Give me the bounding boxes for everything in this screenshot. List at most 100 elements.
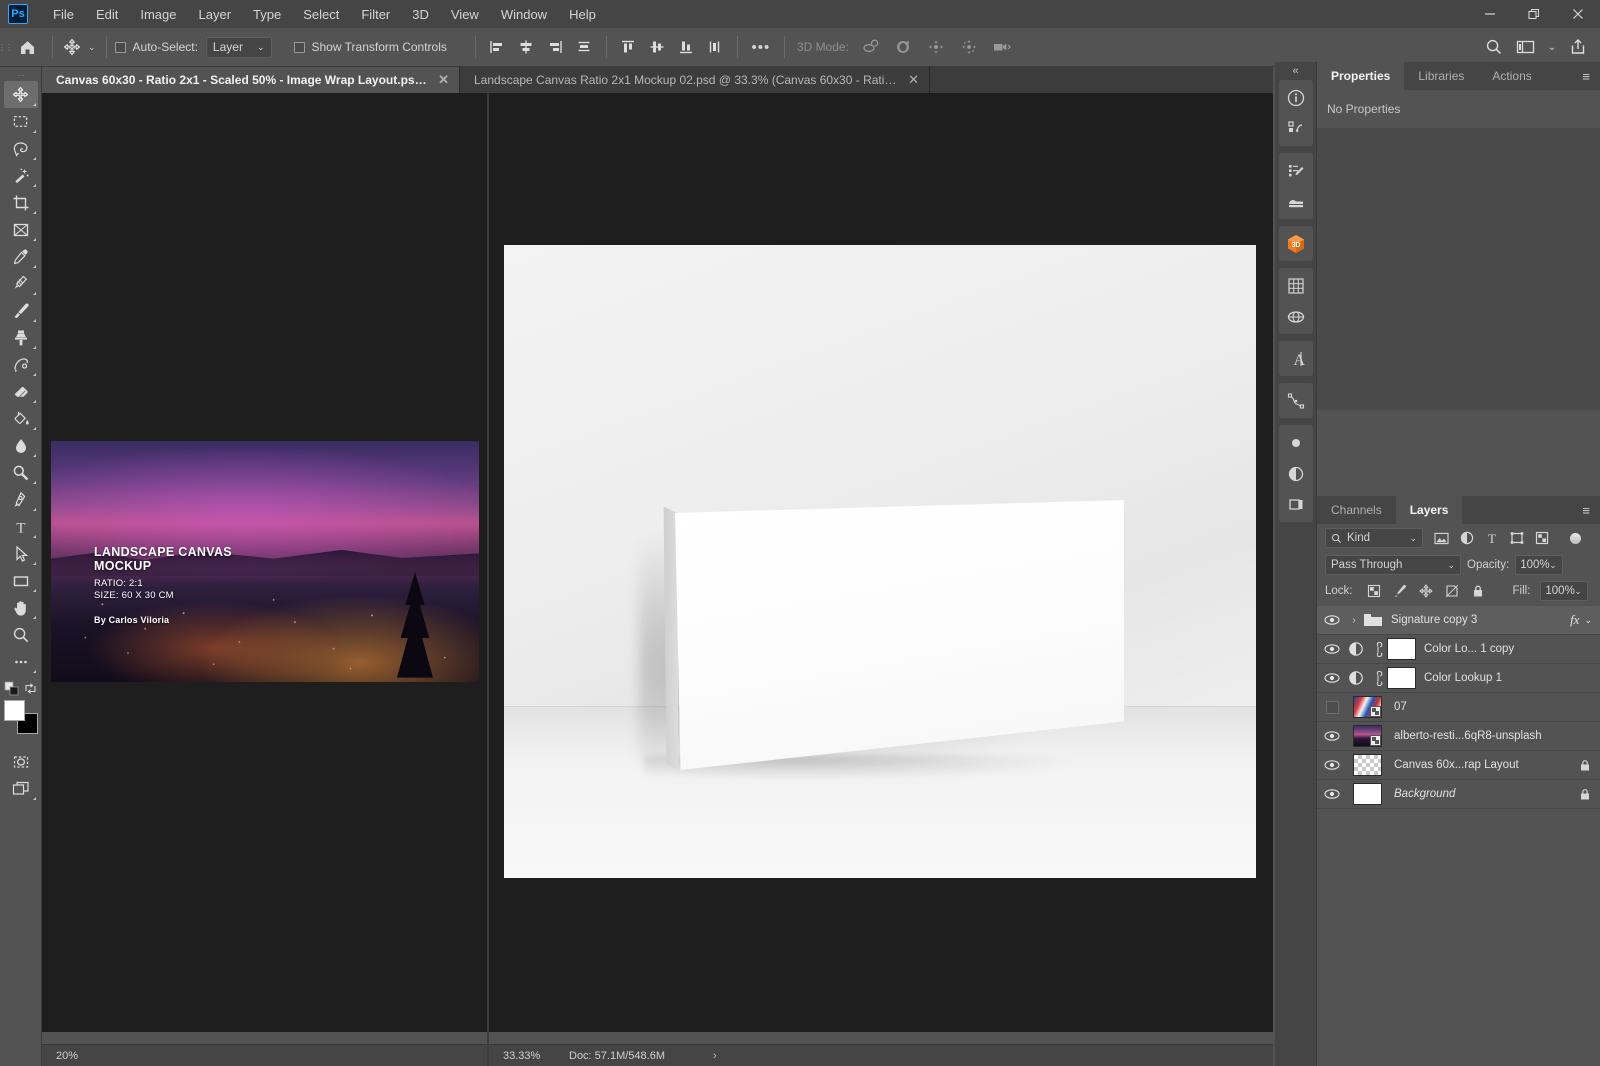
layer-mask-thumbnail[interactable] bbox=[1387, 638, 1416, 660]
clone-stamp-tool[interactable] bbox=[4, 324, 38, 351]
move-tool-preset[interactable]: ⌄ bbox=[61, 38, 98, 56]
menu-item-view[interactable]: View bbox=[440, 3, 490, 26]
shape-filter-icon[interactable] bbox=[1510, 531, 1524, 545]
filter-kind-dropdown[interactable]: Kind ⌄ bbox=[1325, 528, 1423, 548]
layer-visibility-toggle[interactable] bbox=[1317, 664, 1347, 693]
layer-visibility-toggle[interactable] bbox=[1317, 606, 1347, 635]
minimize-button[interactable] bbox=[1468, 0, 1512, 28]
default-colors-icon[interactable] bbox=[4, 681, 19, 696]
crop-tool[interactable] bbox=[4, 189, 38, 216]
tool-preset-caret-icon[interactable]: ⌄ bbox=[88, 42, 96, 53]
group-expand-arrow-icon[interactable]: › bbox=[1347, 615, 1361, 626]
table-row[interactable]: 07 bbox=[1317, 693, 1600, 722]
type-tool[interactable]: T bbox=[4, 513, 38, 540]
layer-visibility-toggle[interactable] bbox=[1317, 635, 1347, 664]
3d-slide-icon[interactable] bbox=[956, 34, 983, 60]
table-row[interactable]: Color Lookup 1 bbox=[1317, 664, 1600, 693]
hand-tool[interactable] bbox=[4, 594, 38, 621]
layer-visibility-toggle[interactable] bbox=[1317, 722, 1347, 751]
path-selection-tool[interactable] bbox=[4, 540, 38, 567]
document-canvas-left[interactable]: LANDSCAPE CANVAS MOCKUP RATIO: 2:1 SIZE:… bbox=[42, 93, 487, 1032]
smart-object-filter-icon[interactable] bbox=[1535, 531, 1549, 545]
layer-visibility-toggle[interactable] bbox=[1317, 693, 1347, 722]
brush-tool[interactable] bbox=[4, 297, 38, 324]
lock-image-pixels-icon[interactable] bbox=[1393, 584, 1407, 598]
align-top-edges-icon[interactable] bbox=[615, 34, 642, 60]
magic-wand-tool[interactable] bbox=[4, 162, 38, 189]
layer-thumbnail[interactable] bbox=[1353, 783, 1382, 805]
chevron-down-icon[interactable]: ⌄ bbox=[1409, 533, 1417, 544]
menu-item-filter[interactable]: Filter bbox=[350, 3, 401, 26]
align-horizontal-centers-icon[interactable] bbox=[513, 34, 540, 60]
search-icon[interactable] bbox=[1480, 33, 1508, 61]
3d-pan-icon[interactable] bbox=[923, 34, 950, 60]
auto-select-checkbox[interactable] bbox=[114, 41, 126, 53]
filter-enable-toggle[interactable] bbox=[1570, 532, 1581, 544]
show-transform-controls-checkbox[interactable] bbox=[293, 41, 305, 53]
dodge-tool[interactable] bbox=[4, 459, 38, 486]
tab-layers[interactable]: Layers bbox=[1395, 496, 1463, 524]
type-filter-icon[interactable]: T bbox=[1485, 531, 1499, 545]
3d-roll-icon[interactable] bbox=[890, 34, 917, 60]
adjustment-circle-icon[interactable] bbox=[1279, 458, 1313, 489]
tools-panel-grip[interactable]: ⋯ bbox=[17, 71, 25, 81]
menu-item-window[interactable]: Window bbox=[490, 3, 558, 26]
close-icon[interactable]: ✕ bbox=[438, 72, 449, 88]
frame-tool[interactable] bbox=[4, 216, 38, 243]
blend-mode-dropdown[interactable]: Pass Through ⌄ bbox=[1325, 555, 1461, 575]
tab-actions[interactable]: Actions bbox=[1478, 62, 1545, 90]
status-expand-arrow-icon[interactable]: › bbox=[713, 1050, 717, 1062]
edit-toolbar-button[interactable] bbox=[4, 648, 38, 675]
brush-settings-icon[interactable] bbox=[1279, 427, 1313, 458]
close-window-button[interactable] bbox=[1556, 0, 1600, 28]
lock-artboard-nesting-icon[interactable] bbox=[1445, 584, 1459, 598]
share-icon[interactable] bbox=[1564, 33, 1592, 61]
healing-brush-tool[interactable] bbox=[4, 270, 38, 297]
pixel-filter-icon[interactable] bbox=[1434, 532, 1449, 545]
adjustment-filter-icon[interactable] bbox=[1460, 531, 1474, 545]
menu-item-file[interactable]: File bbox=[42, 3, 85, 26]
align-bottom-edges-icon[interactable] bbox=[673, 34, 700, 60]
paint-bucket-tool[interactable] bbox=[4, 405, 38, 432]
menu-item-image[interactable]: Image bbox=[129, 3, 187, 26]
shapes-icon[interactable] bbox=[1279, 301, 1313, 332]
3d-rotate-icon[interactable] bbox=[857, 34, 884, 60]
character-icon[interactable]: A bbox=[1279, 343, 1313, 374]
document-tab-left[interactable]: Canvas 60x30 - Ratio 2x1 - Scaled 50% - … bbox=[42, 67, 460, 93]
align-left-edges-icon[interactable] bbox=[484, 34, 511, 60]
table-row[interactable]: Background bbox=[1317, 780, 1600, 809]
layer-thumbnail[interactable] bbox=[1353, 725, 1382, 747]
chevron-down-icon[interactable]: ⌄ bbox=[1584, 615, 1592, 626]
options-bar-grip[interactable]: ⋮⋮ bbox=[0, 28, 13, 67]
menu-item-help[interactable]: Help bbox=[558, 3, 607, 26]
pen-tool[interactable] bbox=[4, 486, 38, 513]
3d-camera-icon[interactable] bbox=[989, 34, 1016, 60]
chevron-down-icon[interactable]: ⌄ bbox=[1549, 560, 1557, 571]
menu-item-type[interactable]: Type bbox=[242, 3, 292, 26]
lock-transparent-pixels-icon[interactable] bbox=[1367, 584, 1381, 598]
blur-tool[interactable] bbox=[4, 432, 38, 459]
gradients-icon[interactable] bbox=[1279, 186, 1313, 217]
status-zoom-left[interactable]: 20% bbox=[42, 1050, 122, 1062]
table-row[interactable]: alberto-resti...6qR8-unsplash bbox=[1317, 722, 1600, 751]
eyedropper-tool[interactable] bbox=[4, 243, 38, 270]
lasso-tool[interactable] bbox=[4, 135, 38, 162]
align-vertical-centers-icon[interactable] bbox=[644, 34, 671, 60]
home-button[interactable] bbox=[10, 28, 44, 67]
align-right-edges-icon[interactable] bbox=[542, 34, 569, 60]
adjustments-icon[interactable] bbox=[1279, 155, 1313, 186]
chevron-down-icon[interactable]: ⌄ bbox=[1447, 560, 1455, 571]
layers-panel-menu-icon[interactable]: ≡ bbox=[1578, 496, 1594, 524]
3d-cube-icon[interactable]: 3D bbox=[1279, 228, 1313, 259]
swap-colors-icon[interactable] bbox=[24, 682, 37, 695]
opacity-field[interactable]: 100% ⌄ bbox=[1515, 555, 1563, 575]
collapse-panels-icon[interactable]: « bbox=[1275, 62, 1317, 80]
histogram-actions-icon[interactable] bbox=[1279, 113, 1313, 144]
lock-all-icon[interactable] bbox=[1471, 584, 1485, 598]
chevron-down-icon[interactable]: ⌄ bbox=[1574, 586, 1582, 597]
workspace-caret-icon[interactable]: ⌄ bbox=[1544, 33, 1560, 61]
menu-item-layer[interactable]: Layer bbox=[188, 3, 243, 26]
auto-select-scope-dropdown[interactable]: Layer ⌄ bbox=[205, 36, 272, 58]
quick-mask-mode-button[interactable] bbox=[4, 748, 38, 775]
table-row[interactable]: Canvas 60x...rap Layout bbox=[1317, 751, 1600, 780]
